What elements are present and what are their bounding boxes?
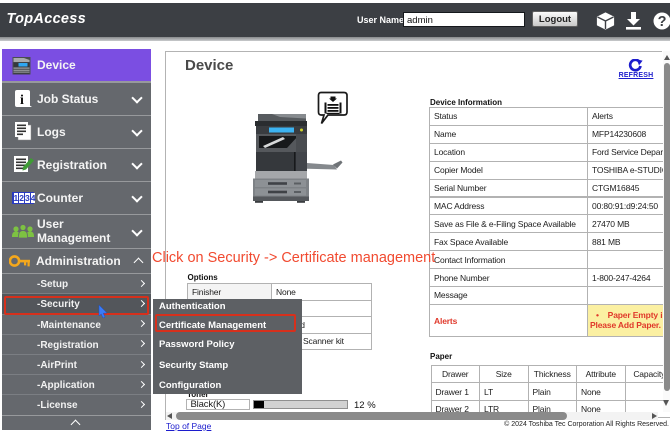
svg-text:?: ?: [657, 14, 666, 30]
svg-text:i: i: [20, 93, 24, 108]
